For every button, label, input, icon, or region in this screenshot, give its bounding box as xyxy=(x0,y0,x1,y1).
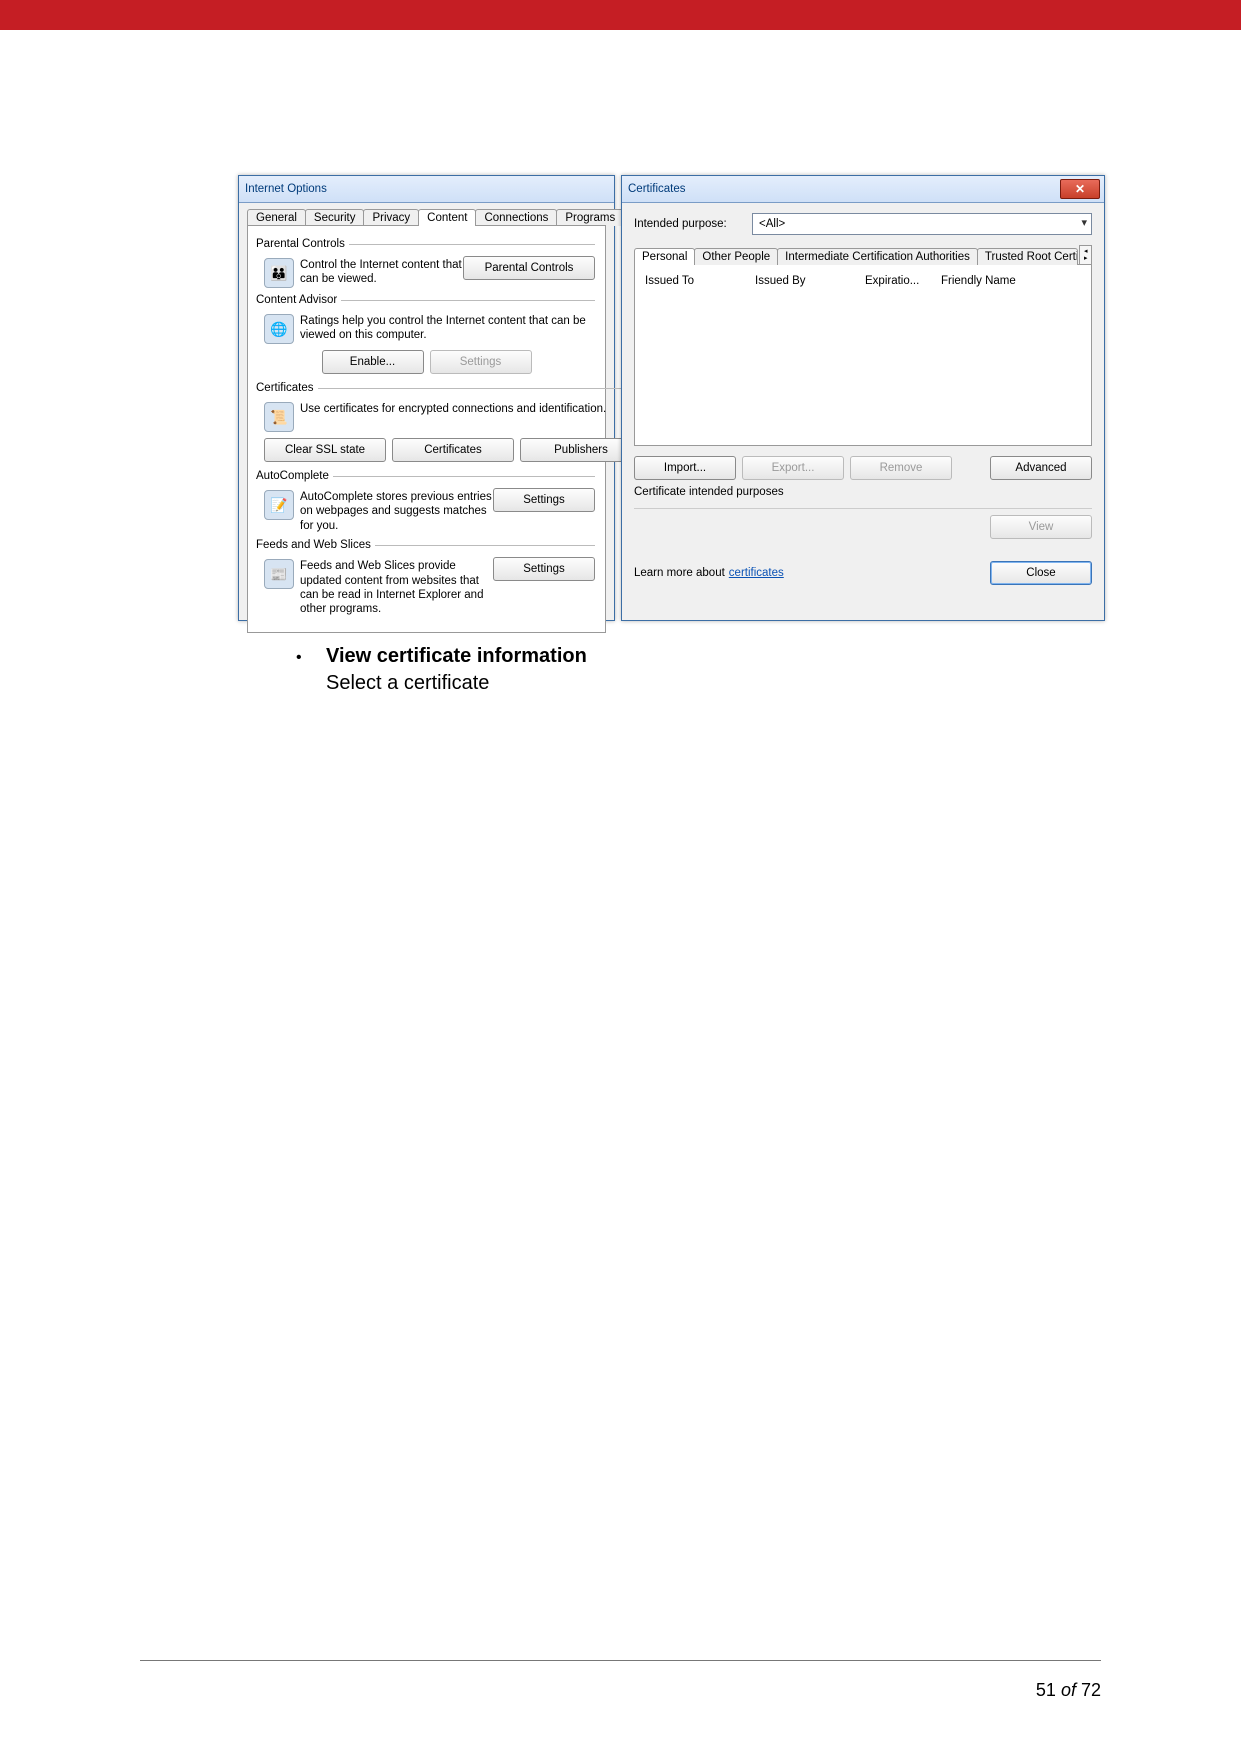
legend-certificates: Certificates xyxy=(256,382,318,394)
autocomplete-settings-button[interactable]: Settings xyxy=(493,488,595,512)
feeds-desc: Feeds and Web Slices provide updated con… xyxy=(300,557,493,617)
tab-intermediate-ca[interactable]: Intermediate Certification Authorities xyxy=(777,248,978,265)
col-issued-by[interactable]: Issued By xyxy=(755,275,865,287)
certificates-dialog: Certificates ✕ Intended purpose: <All> P… xyxy=(621,175,1105,621)
feed-icon: 📰 xyxy=(264,559,294,589)
family-icon: 👪 xyxy=(264,258,294,288)
parental-controls-button[interactable]: Parental Controls xyxy=(463,256,595,280)
view-button: View xyxy=(990,515,1092,539)
legend-feeds: Feeds and Web Slices xyxy=(256,539,375,551)
certificates-titlebar: Certificates ✕ xyxy=(622,176,1104,203)
group-autocomplete: AutoComplete 📝 AutoComplete stores previ… xyxy=(258,470,595,535)
page-of: of xyxy=(1056,1680,1081,1700)
feeds-settings-button[interactable]: Settings xyxy=(493,557,595,581)
legend-advisor: Content Advisor xyxy=(256,294,341,306)
internet-options-title: Internet Options xyxy=(245,183,327,195)
page-total: 72 xyxy=(1081,1680,1101,1700)
tab-general[interactable]: General xyxy=(247,209,306,226)
internet-options-body: Parental Controls 👪 Control the Internet… xyxy=(247,225,606,633)
footer-rule xyxy=(140,1660,1101,1661)
tab-trusted-root-ca[interactable]: Trusted Root Certification xyxy=(977,248,1079,265)
certificates-title: Certificates xyxy=(628,183,686,195)
document-accent-bar xyxy=(0,0,1241,30)
internet-options-tabstrip: General Security Privacy Content Connect… xyxy=(247,209,606,226)
tab-scroll-spinner[interactable]: ◂▸ xyxy=(1079,245,1092,265)
auto-desc: AutoComplete stores previous entries on … xyxy=(300,488,493,533)
certificates-body: Intended purpose: <All> Personal Other P… xyxy=(622,203,1104,595)
internet-options-dialog: Internet Options General Security Privac… xyxy=(238,175,615,621)
advisor-desc: Ratings help you control the Internet co… xyxy=(300,312,595,343)
globe-star-icon: 🌐 xyxy=(264,314,294,344)
close-icon: ✕ xyxy=(1075,183,1085,195)
col-expiration[interactable]: Expiratio... xyxy=(865,275,941,287)
advanced-button[interactable]: Advanced xyxy=(990,456,1092,480)
bullet-glyph: • xyxy=(296,649,326,667)
document-instruction: • View certificate information Select a … xyxy=(296,645,587,695)
col-issued-to[interactable]: Issued To xyxy=(645,275,755,287)
remove-button: Remove xyxy=(850,456,952,480)
tab-connections[interactable]: Connections xyxy=(475,209,557,226)
certificate-intended-purposes-label: Certificate intended purposes xyxy=(634,486,1092,498)
chevron-left-icon: ◂ xyxy=(1084,248,1088,255)
parental-desc: Control the Internet content that can be… xyxy=(300,256,463,287)
certificates-tabstrip: Personal Other People Intermediate Certi… xyxy=(634,245,1092,265)
certificate-list[interactable]: Issued To Issued By Expiratio... Friendl… xyxy=(634,264,1092,446)
internet-options-titlebar: Internet Options xyxy=(239,176,614,203)
certificate-columns-header: Issued To Issued By Expiratio... Friendl… xyxy=(641,269,1085,293)
certificate-icon: 📜 xyxy=(264,402,294,432)
form-icon: 📝 xyxy=(264,490,294,520)
instruction-heading: View certificate information xyxy=(326,645,587,668)
certificates-button[interactable]: Certificates xyxy=(392,438,514,462)
col-friendly-name[interactable]: Friendly Name xyxy=(941,275,1081,287)
tab-content[interactable]: Content xyxy=(418,209,476,226)
import-button[interactable]: Import... xyxy=(634,456,736,480)
certificates-help-link[interactable]: certificates xyxy=(729,567,784,579)
export-button: Export... xyxy=(742,456,844,480)
legend-autocomplete: AutoComplete xyxy=(256,470,333,482)
clear-ssl-button[interactable]: Clear SSL state xyxy=(264,438,386,462)
group-content-advisor: Content Advisor 🌐 Ratings help you contr… xyxy=(258,294,595,378)
certs-desc: Use certificates for encrypted connectio… xyxy=(300,400,642,416)
tab-personal[interactable]: Personal xyxy=(634,248,695,265)
instruction-subtext: Select a certificate xyxy=(326,672,587,695)
enable-button[interactable]: Enable... xyxy=(322,350,424,374)
intended-purpose-dropdown[interactable]: <All> xyxy=(752,213,1092,235)
legend-parental: Parental Controls xyxy=(256,238,349,250)
tab-privacy[interactable]: Privacy xyxy=(363,209,419,226)
group-feeds: Feeds and Web Slices 📰 Feeds and Web Sli… xyxy=(258,539,595,619)
tab-programs[interactable]: Programs xyxy=(556,209,624,226)
group-parental-controls: Parental Controls 👪 Control the Internet… xyxy=(258,238,595,290)
close-dialog-button[interactable]: Close xyxy=(990,561,1092,585)
divider xyxy=(634,508,1092,509)
tab-security[interactable]: Security xyxy=(305,209,365,226)
close-button[interactable]: ✕ xyxy=(1060,179,1100,199)
learn-more-prefix: Learn more about xyxy=(634,567,725,579)
page-number: 51 of 72 xyxy=(1036,1680,1101,1701)
advisor-settings-button: Settings xyxy=(430,350,532,374)
group-certificates: Certificates 📜 Use certificates for encr… xyxy=(258,382,642,466)
chevron-right-icon: ▸ xyxy=(1084,255,1088,262)
tab-other-people[interactable]: Other People xyxy=(694,248,778,265)
page-current: 51 xyxy=(1036,1680,1056,1700)
intended-purpose-value: <All> xyxy=(759,218,785,230)
intended-purpose-label: Intended purpose: xyxy=(634,218,752,230)
